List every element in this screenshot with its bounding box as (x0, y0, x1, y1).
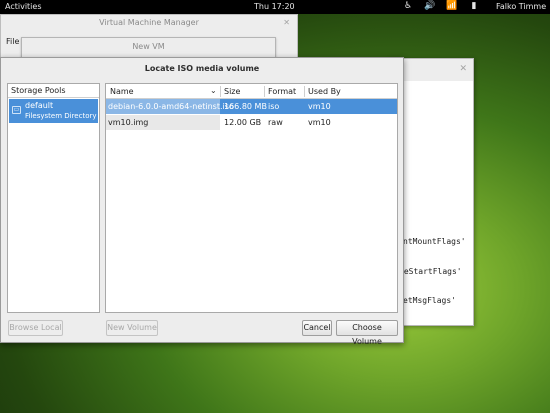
column-name[interactable]: Name (110, 87, 134, 96)
cancel-button[interactable]: Cancel (302, 320, 332, 336)
locate-iso-dialog: Locate ISO media volume Storage Pools ▭ … (0, 57, 404, 346)
user-menu[interactable]: Falko Timme (496, 2, 546, 11)
sort-chevron-icon[interactable]: ⌄ (210, 86, 217, 95)
volume-used-by: vm10 (308, 102, 331, 111)
close-icon[interactable]: ✕ (283, 18, 290, 27)
activities-button[interactable]: Activities (5, 2, 42, 11)
volume-format: raw (268, 118, 283, 127)
storage-pools-header[interactable]: Storage Pools (8, 84, 99, 98)
volume-name: vm10.img (106, 115, 220, 130)
pool-item-default[interactable]: ▭ default Filesystem Directory (9, 99, 98, 123)
top-bar: Activities Thu 17:20 ♿ 🔊 📶 ▮ Falko Timme (0, 0, 550, 14)
menu-file[interactable]: File (6, 37, 19, 46)
column-format[interactable]: Format (268, 87, 296, 96)
clock[interactable]: Thu 17:20 (254, 2, 295, 11)
console-line: ntMountFlags' (403, 237, 466, 246)
volume-used-by: vm10 (308, 118, 331, 127)
volume-icon[interactable]: 🔊 (419, 1, 441, 11)
console-line: etMsgFlags' (403, 296, 456, 305)
vmm-window-title: Virtual Machine Manager (99, 18, 199, 27)
storage-pools-list: Storage Pools ▭ default Filesystem Direc… (7, 83, 100, 313)
volume-size: 12.00 GB (224, 118, 262, 127)
table-row[interactable]: debian-6.0.0-amd64-netinst.iso 166.80 MB… (106, 99, 397, 114)
choose-volume-button[interactable]: Choose Volume (336, 320, 398, 346)
network-icon[interactable]: 📶 (441, 1, 463, 11)
column-separator (304, 86, 305, 97)
volumes-header: Name ⌄ Size Format Used By (106, 84, 397, 99)
new-volume-button[interactable]: New Volume (106, 320, 158, 336)
browse-local-button[interactable]: Browse Local (8, 320, 63, 336)
pool-type: Filesystem Directory (25, 112, 97, 120)
volume-format: iso (268, 102, 280, 111)
table-row[interactable]: vm10.img 12.00 GB raw vm10 (106, 115, 397, 130)
volume-name: debian-6.0.0-amd64-netinst.iso (106, 99, 234, 114)
dialog-title: Locate ISO media volume (144, 64, 260, 73)
column-size[interactable]: Size (224, 87, 240, 96)
column-separator (220, 86, 221, 97)
console-line: veStartFlags' (399, 267, 462, 276)
folder-icon: ▭ (12, 106, 21, 114)
close-icon[interactable]: ✕ (459, 64, 467, 74)
volumes-table: Name ⌄ Size Format Used By debian-6.0.0-… (105, 83, 398, 313)
accessibility-icon[interactable]: ♿ (397, 1, 419, 11)
volume-size: 166.80 MB (224, 102, 267, 111)
pool-name: default (25, 101, 54, 110)
column-separator (264, 86, 265, 97)
battery-icon[interactable]: ▮ (463, 1, 485, 11)
new-vm-title: New VM (132, 42, 165, 51)
column-used-by[interactable]: Used By (308, 87, 341, 96)
system-tray: ♿ 🔊 📶 ▮ (397, 1, 485, 11)
